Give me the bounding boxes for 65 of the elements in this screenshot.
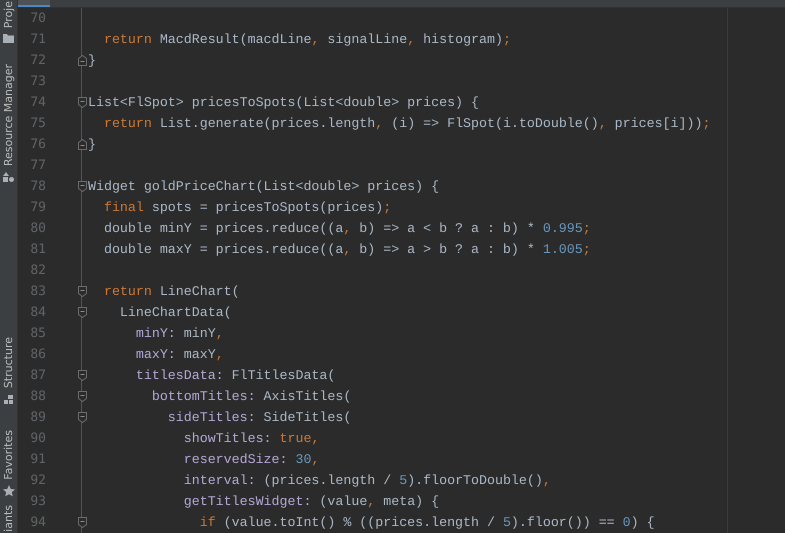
line-number: 88	[29, 389, 47, 404]
fold-icon[interactable]	[78, 181, 86, 192]
line-number: 82	[29, 263, 47, 278]
line-number: 79	[29, 200, 47, 215]
fold-icon[interactable]	[78, 307, 86, 318]
star-icon	[2, 485, 14, 498]
fold-icon[interactable]	[78, 97, 86, 108]
line-number: 84	[29, 305, 47, 320]
shapes-icon	[3, 172, 14, 182]
code-line: minY: minY,	[134, 326, 225, 341]
line-number: 86	[29, 347, 47, 362]
tool-window-tab[interactable]: Proje	[2, 1, 16, 28]
structure-icon	[4, 394, 14, 405]
tool-window-tab[interactable]: iants	[2, 505, 16, 532]
code-line: if (value.toInt() % ((prices.length / 5).floor()) == 0) {	[198, 515, 656, 530]
code-line: getTitlesWidget: (value, meta) {	[182, 494, 440, 509]
fold-icon[interactable]	[78, 370, 86, 381]
code-line: LineChartData(	[118, 305, 233, 320]
line-number: 81	[29, 242, 47, 257]
code-line: showTitles: true,	[182, 431, 320, 446]
code-line: maxY: maxY,	[134, 347, 225, 362]
code-line: }	[88, 53, 97, 68]
unfold-icon[interactable]	[78, 55, 86, 66]
line-number: 83	[29, 284, 47, 299]
code-line: return List.generate(prices.length, (i) => FlSpot(i.toDouble(), prices[i]));	[102, 116, 712, 131]
line-number: 90	[29, 431, 47, 446]
unfold-icon[interactable]	[78, 139, 86, 150]
code-line: interval: (prices.length / 5).floorToDouble(),	[182, 473, 552, 488]
line-number: 74	[29, 95, 47, 110]
code-line: titlesData: FlTitlesData(	[134, 368, 336, 383]
line-number: 73	[29, 74, 47, 89]
line-number: 71	[29, 32, 47, 47]
code-line: double maxY = prices.reduce((a, b) => a > b ? a : b) * 1.005;	[102, 242, 592, 257]
line-number: 87	[29, 368, 47, 383]
line-number: 85	[29, 326, 47, 341]
code-line: return MacdResult(macdLine, signalLine, histogram);	[102, 32, 512, 47]
line-number: 80	[29, 221, 47, 236]
code-line: return LineChart(	[102, 284, 241, 299]
line-number: 77	[29, 158, 47, 173]
line-number: 92	[29, 473, 47, 488]
folder-icon	[3, 34, 14, 44]
tool-window-tab[interactable]: Structure	[2, 337, 16, 389]
line-number: 94	[29, 515, 47, 530]
fold-icon[interactable]	[78, 286, 86, 297]
code-line: bottomTitles: AxisTitles(	[150, 389, 352, 404]
line-number: 78	[29, 179, 47, 194]
line-number: 89	[29, 410, 47, 425]
tool-window-tab[interactable]: Resource Manager	[2, 64, 16, 166]
line-number: 75	[29, 116, 47, 131]
code-line: reservedSize: 30,	[182, 452, 320, 467]
line-number: 91	[29, 452, 47, 467]
code-line: List<FlSpot> pricesToSpots(List<double> prices) {	[88, 95, 480, 110]
code-line: Widget goldPriceChart(List<double> prices) {	[88, 179, 440, 194]
line-number: 70	[29, 11, 47, 26]
code-line: sideTitles: SideTitles(	[166, 410, 352, 425]
line-number: 72	[29, 53, 47, 68]
tool-window-tab[interactable]: Favorites	[2, 430, 16, 480]
code-line: }	[88, 137, 97, 152]
line-number: 93	[29, 494, 47, 509]
code-line: final spots = pricesToSpots(prices);	[102, 200, 392, 215]
fold-icon[interactable]	[78, 412, 86, 423]
line-number: 76	[29, 137, 47, 152]
fold-icon[interactable]	[78, 391, 86, 402]
code-line: double minY = prices.reduce((a, b) => a < b ? a : b) * 0.995;	[102, 221, 592, 236]
fold-icon[interactable]	[78, 517, 86, 528]
